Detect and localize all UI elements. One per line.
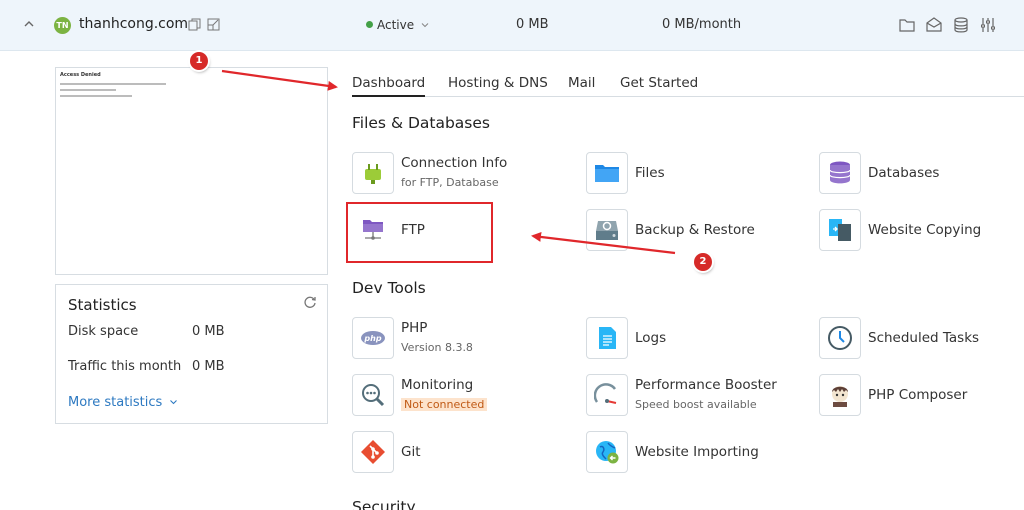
traffic-value: 0 MB (192, 359, 225, 374)
connection-info-label: Connection Info (401, 155, 508, 171)
not-connected-badge: Not connected (401, 398, 488, 411)
preview-text-line (60, 95, 132, 97)
chevron-down-icon (421, 23, 429, 28)
refresh-icon[interactable] (303, 295, 317, 309)
document-icon (599, 327, 616, 349)
status-dot (366, 21, 373, 28)
backup-restore-icon-box (586, 209, 628, 251)
website-copying-icon-box (819, 209, 861, 251)
site-preview-thumbnail[interactable]: Access Denied (55, 67, 328, 275)
domain-name[interactable]: thanhcong.com (79, 16, 188, 32)
plug-icon (365, 164, 381, 184)
tab-bar: Dashboard Hosting & DNS Mail Get Started (352, 73, 1024, 97)
section-dev-tools: Dev Tools (352, 279, 426, 297)
git-label: Git (401, 444, 421, 460)
php-label: PHP (401, 320, 428, 336)
logs-icon-box (586, 317, 628, 359)
php-version: Version 8.3.8 (401, 341, 473, 354)
backup-restore-label: Backup & Restore (635, 222, 755, 238)
php-icon: php (361, 331, 385, 345)
performance-booster-label: Performance Booster (635, 377, 777, 393)
performance-booster-sub: Speed boost available (635, 398, 757, 411)
backup-icon (596, 221, 618, 240)
section-security: Security (352, 498, 416, 510)
domain-bar: TN thanhcong.com Active 0 MB 0 MB/month (0, 0, 1024, 51)
preview-text-line (60, 89, 116, 91)
settings-sliders-icon[interactable] (979, 16, 997, 34)
magnifier-icon (362, 384, 385, 407)
ftp-highlight-box (346, 202, 493, 263)
monitoring-icon-box (352, 374, 394, 416)
files-icon-box (586, 152, 628, 194)
folder-icon[interactable] (898, 16, 916, 34)
disk-usage: 0 MB (516, 17, 549, 32)
preview-title: Access Denied (60, 72, 101, 78)
disk-space-value: 0 MB (192, 324, 225, 339)
page: TN thanhcong.com Active 0 MB 0 MB/month (0, 0, 1024, 510)
composer-icon (832, 386, 848, 407)
tab-hosting-dns[interactable]: Hosting & DNS (448, 75, 548, 91)
databases-label: Databases (868, 165, 940, 181)
copy-pages-icon (829, 219, 851, 241)
domain-logo: TN (54, 17, 71, 34)
open-external-icon[interactable] (207, 18, 220, 31)
tab-mail[interactable]: Mail (568, 75, 595, 91)
git-icon-box (352, 431, 394, 473)
preview-text-line (60, 83, 166, 85)
folder-icon (595, 165, 619, 182)
status-text: Active (377, 18, 415, 32)
connection-info-icon-box (352, 152, 394, 194)
database-icon[interactable] (952, 16, 970, 34)
statistics-title: Statistics (68, 296, 137, 314)
chevron-up-icon[interactable] (23, 18, 35, 30)
speedometer-icon (594, 383, 617, 404)
files-label: Files (635, 165, 665, 181)
connection-info-sub: for FTP, Database (401, 176, 499, 189)
step-1-badge: 1 (190, 52, 208, 70)
chevron-down-icon (170, 400, 178, 405)
traffic-usage: 0 MB/month (662, 17, 742, 32)
php-composer-label: PHP Composer (868, 387, 968, 403)
website-copying-label: Website Copying (868, 222, 982, 238)
svg-text:php: php (363, 334, 381, 343)
tab-get-started[interactable]: Get Started (620, 75, 698, 91)
mail-icon[interactable] (925, 16, 943, 34)
databases-icon-box (819, 152, 861, 194)
website-importing-label: Website Importing (635, 444, 759, 460)
tab-dashboard[interactable]: Dashboard (352, 75, 426, 97)
php-icon-box: php (352, 317, 394, 359)
monitoring-label: Monitoring (401, 377, 474, 393)
statistics-panel: Statistics Disk space 0 MB Traffic this … (55, 284, 328, 424)
performance-booster-icon-box (586, 374, 628, 416)
more-statistics-link[interactable]: More statistics (68, 395, 178, 410)
globe-import-icon (596, 441, 619, 464)
section-files-databases: Files & Databases (352, 114, 490, 132)
status-dropdown[interactable]: Active (366, 18, 429, 32)
step-2-badge: 2 (694, 253, 712, 271)
database-icon (829, 161, 851, 184)
more-statistics-label: More statistics (68, 395, 163, 410)
traffic-label: Traffic this month (68, 359, 182, 374)
scheduled-tasks-icon-box (819, 317, 861, 359)
scheduled-tasks-label: Scheduled Tasks (868, 330, 980, 346)
website-importing-icon-box (586, 431, 628, 473)
php-composer-icon-box (819, 374, 861, 416)
clock-icon (828, 326, 852, 350)
git-icon (361, 440, 385, 464)
logs-label: Logs (635, 330, 667, 346)
disk-space-label: Disk space (68, 324, 139, 339)
copy-icon[interactable] (188, 18, 201, 31)
